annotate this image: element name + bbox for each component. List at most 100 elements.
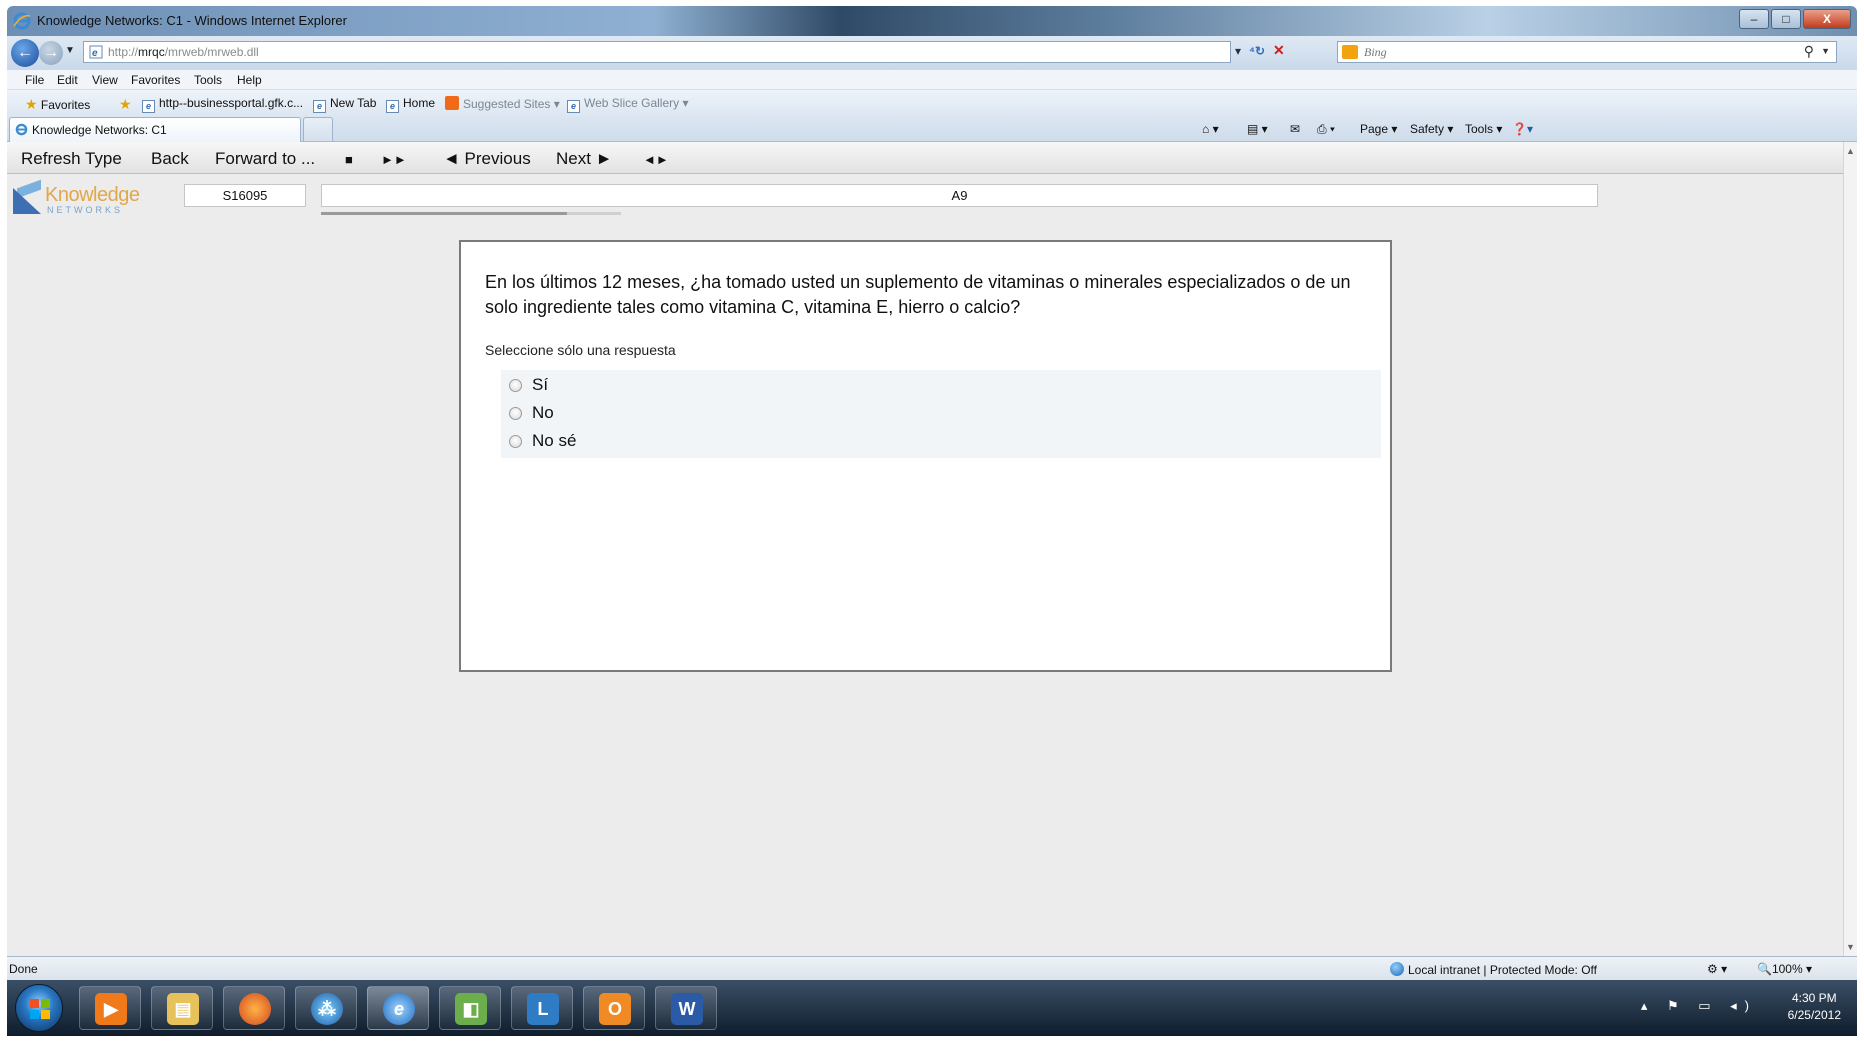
bing-icon [1342, 45, 1358, 59]
star-icon: ★ [25, 96, 38, 112]
minimize-button[interactable]: – [1739, 9, 1769, 29]
taskbar-media-player[interactable]: ▶ [79, 986, 141, 1030]
popup-blocker-icon[interactable]: ⚙ ▾ [1707, 962, 1727, 976]
back-arrow-icon[interactable]: ← [11, 39, 39, 67]
menu-favorites[interactable]: Favorites [131, 73, 180, 87]
maximize-button[interactable]: □ [1771, 9, 1801, 29]
fast-forward-icon[interactable]: ►► [381, 152, 407, 167]
start-button[interactable] [15, 984, 63, 1032]
menu-view[interactable]: View [92, 73, 118, 87]
page-icon: e [313, 100, 326, 113]
taskbar-word[interactable]: W [655, 986, 717, 1030]
address-dropdown-icon[interactable]: ▾ [1235, 44, 1241, 58]
option-no-se[interactable]: No sé [509, 430, 576, 452]
menu-help[interactable]: Help [237, 73, 262, 87]
system-tray-icons[interactable]: ▴ ⚑ ▭ ◂) [1641, 998, 1757, 1014]
back-button[interactable]: Back [151, 149, 189, 169]
menu-tools[interactable]: Tools [194, 73, 222, 87]
menu-bar: File Edit View Favorites Tools Help [7, 70, 1857, 90]
progress-bar [321, 212, 621, 215]
taskbar-folders[interactable]: ◧ [439, 986, 501, 1030]
clock-time: 4:30 PM [1791, 991, 1837, 1005]
read-mail-icon[interactable]: ✉ [1290, 122, 1300, 136]
history-dropdown-icon[interactable]: ▼ [65, 45, 75, 56]
search-icon[interactable]: ⚲ [1804, 43, 1814, 60]
feeds-icon[interactable]: ▤ ▾ [1247, 122, 1268, 136]
taskbar-lync[interactable]: L [511, 986, 573, 1030]
new-tab-button[interactable] [303, 117, 333, 141]
windows-taskbar: ▶ ▤ ⁂ e ◧ L O W ▴ ⚑ ▭ ◂) 4:30 PM 6/25/20… [7, 980, 1857, 1036]
globe-icon [1390, 962, 1404, 976]
tools-menu[interactable]: Tools ▾ [1465, 122, 1502, 136]
firefox-icon [239, 993, 271, 1025]
option-label: No [532, 403, 554, 422]
status-bar: Done Local intranet | Protected Mode: Of… [7, 956, 1857, 980]
taskbar-firefox[interactable] [223, 986, 285, 1030]
communicator-icon: ⁂ [311, 993, 343, 1025]
knowledge-networks-logo: Knowledge NETWORKS [13, 179, 163, 218]
print-icon[interactable]: ⎙ ▾ [1317, 122, 1335, 137]
safety-menu[interactable]: Safety ▾ [1410, 122, 1453, 136]
page-icon: e [567, 100, 580, 113]
stop-square-icon[interactable]: ■ [345, 152, 353, 167]
scroll-up-icon[interactable]: ▲ [1846, 146, 1855, 156]
radio-button[interactable] [509, 434, 522, 448]
search-input[interactable] [1364, 44, 1784, 60]
menu-file[interactable]: File [25, 73, 44, 87]
forward-to-button[interactable]: Forward to ... [215, 149, 315, 169]
option-no[interactable]: No [509, 402, 554, 424]
window-title-bar[interactable]: Knowledge Networks: C1 - Windows Interne… [7, 6, 1857, 36]
radio-button[interactable] [509, 406, 522, 420]
page-content: Refresh Type Back Forward to ... ■ ►► ◄ … [7, 142, 1843, 956]
progress-fill [321, 212, 567, 215]
favorite-businessportal[interactable]: e http--businessportal.gfk.c... [142, 96, 303, 113]
favorite-home[interactable]: e Home [386, 96, 435, 113]
tab-knowledge-networks[interactable]: Knowledge Networks: C1 [9, 117, 301, 142]
internet-explorer-icon: e [383, 993, 415, 1025]
refresh-type-button[interactable]: Refresh Type [21, 149, 122, 169]
favorite-suggested-sites[interactable]: Suggested Sites ▾ [445, 96, 560, 111]
security-zone[interactable]: Local intranet | Protected Mode: Off [1390, 962, 1597, 977]
stop-icon[interactable]: ✕ [1273, 43, 1285, 58]
forward-arrow-icon[interactable]: → [39, 41, 63, 65]
status-text: Done [9, 962, 38, 976]
outlook-icon: O [599, 993, 631, 1025]
favorites-button[interactable]: ★ Favorites [25, 96, 90, 113]
home-icon[interactable]: ⌂ ▾ [1202, 122, 1219, 136]
page-icon: e [89, 45, 103, 59]
next-button[interactable]: Next ► [556, 149, 613, 169]
internet-explorer-icon [15, 123, 28, 136]
question-text: En los últimos 12 meses, ¿ha tomado uste… [485, 272, 1351, 317]
menu-edit[interactable]: Edit [57, 73, 78, 87]
taskbar-communicator[interactable]: ⁂ [295, 986, 357, 1030]
word-icon: W [671, 993, 703, 1025]
suggested-sites-icon [445, 96, 459, 110]
page-icon: e [142, 100, 155, 113]
favorites-bar: ★ Favorites ★ e http--businessportal.gfk.… [7, 90, 1857, 116]
url-text: http://mrqc/mrweb/mrweb.dll [108, 45, 259, 59]
tab-bar: Knowledge Networks: C1 ⌂ ▾ ▤ ▾ ✉ ⎙ ▾ Pag… [7, 116, 1857, 142]
previous-button[interactable]: ◄ Previous [443, 149, 531, 169]
option-label: No sé [532, 431, 577, 450]
taskbar-outlook[interactable]: O [583, 986, 645, 1030]
page-menu[interactable]: Page ▾ [1360, 122, 1397, 136]
refresh-icon[interactable]: ⁴↻ [1249, 44, 1265, 58]
option-si[interactable]: Sí [509, 374, 548, 396]
add-favorite-icon[interactable]: ★ [119, 96, 132, 113]
address-bar[interactable]: e http://mrqc/mrweb/mrweb.dll [83, 41, 1231, 63]
close-button[interactable]: X [1803, 9, 1851, 29]
favorite-web-slice-gallery[interactable]: e Web Slice Gallery ▾ [567, 96, 689, 113]
prev-next-arrows-icon[interactable]: ◄► [643, 152, 669, 167]
clock[interactable]: 4:30 PM 6/25/2012 [1788, 990, 1841, 1024]
radio-button[interactable] [509, 378, 522, 392]
taskbar-internet-explorer[interactable]: e [367, 986, 429, 1030]
scroll-down-icon[interactable]: ▼ [1846, 942, 1855, 952]
vertical-scrollbar[interactable]: ▲ ▼ [1843, 142, 1857, 956]
search-dropdown-icon[interactable]: ▼ [1821, 46, 1830, 56]
taskbar-explorer[interactable]: ▤ [151, 986, 213, 1030]
search-box: ⚲ ▼ [1337, 41, 1837, 63]
tab-label: Knowledge Networks: C1 [32, 123, 167, 137]
help-icon[interactable]: ❓▾ [1512, 122, 1533, 136]
favorite-new-tab[interactable]: e New Tab [313, 96, 376, 113]
zoom-level[interactable]: 🔍100% ▾ [1757, 962, 1812, 976]
